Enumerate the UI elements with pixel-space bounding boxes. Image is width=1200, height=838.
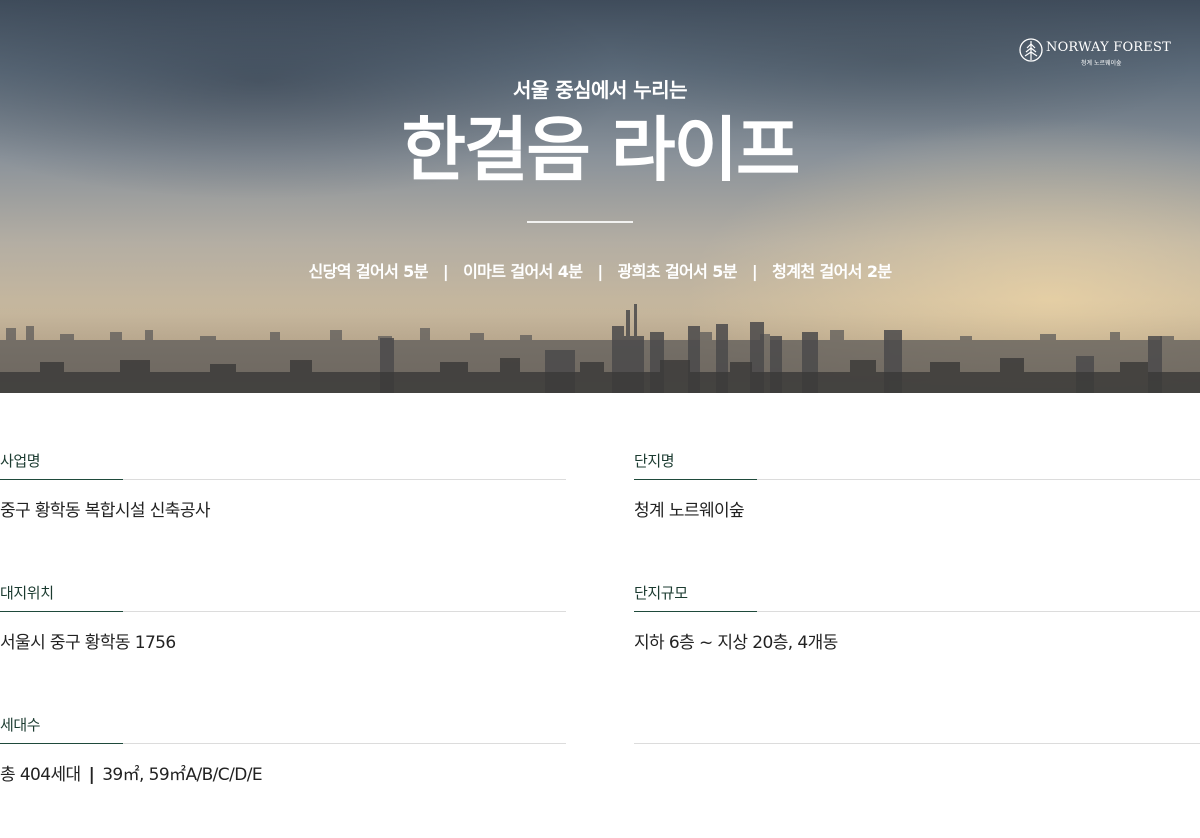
feature-separator: |	[751, 262, 758, 281]
info-complex-name: 단지명 청계 노르웨이숲	[634, 440, 1200, 530]
feature-separator: |	[442, 262, 449, 281]
pine-tree-icon	[1019, 38, 1043, 62]
hero-divider	[527, 221, 633, 223]
feature-item: 이마트 걸어서 4분	[463, 262, 583, 281]
info-divider-accent	[0, 743, 123, 744]
info-value: 총 404세대 | 39㎡, 59㎡A/B/C/D/E	[0, 760, 263, 785]
feature-separator: |	[597, 262, 603, 281]
households-types: 39㎡, 59㎡A/B/C/D/E	[102, 765, 262, 785]
info-label: 단지명	[634, 452, 675, 470]
info-value: 청계 노르웨이숲	[634, 501, 745, 521]
hero-title: 한걸음 라이프	[401, 109, 801, 191]
feature-item: 청계천 걸어서 2분	[772, 262, 892, 281]
brand-name: NORWAY FOREST	[1046, 40, 1171, 55]
info-divider-accent	[634, 611, 757, 612]
info-households: 세대수 총 404세대 | 39㎡, 59㎡A/B/C/D/E	[0, 704, 566, 794]
hero-banner: NORWAY FOREST 청계 노르웨이숲 서울 중심에서 누리는 한걸음 라…	[0, 0, 1200, 393]
info-label: 세대수	[0, 716, 41, 734]
hero-subtitle: 서울 중심에서 누리는	[512, 78, 688, 102]
info-label: 단지규모	[634, 584, 688, 602]
info-value: 서울시 중구 황학동 1756	[0, 633, 176, 653]
info-label: 사업명	[0, 452, 41, 470]
info-location: 대지위치 서울시 중구 황학동 1756	[0, 572, 566, 662]
feature-item: 광희초 걸어서 5분	[617, 262, 738, 281]
info-value: 지하 6층 ~ 지상 20층, 4개동	[634, 633, 838, 653]
feature-item: 신당역 걸어서 5분	[308, 262, 429, 281]
hero-feature-list: 신당역 걸어서 5분 | 이마트 걸어서 4분 | 광희초 걸어서 5분 | 청…	[0, 258, 1200, 282]
info-divider-accent	[634, 479, 757, 480]
info-value: 중구 황학동 복합시설 신축공사	[0, 501, 211, 521]
info-empty-divider	[634, 743, 1200, 744]
brand-subtitle: 청계 노르웨이숲	[1081, 60, 1122, 67]
info-divider-accent	[0, 479, 123, 480]
households-total: 총 404세대	[0, 765, 81, 785]
brand-logo[interactable]: NORWAY FOREST 청계 노르웨이숲	[1019, 34, 1171, 70]
info-project-name: 사업명 중구 황학동 복합시설 신축공사	[0, 440, 566, 530]
value-separator: |	[88, 765, 95, 785]
info-label: 대지위치	[0, 584, 54, 602]
info-scale: 단지규모 지하 6층 ~ 지상 20층, 4개동	[634, 572, 1200, 662]
info-divider-accent	[0, 611, 123, 612]
